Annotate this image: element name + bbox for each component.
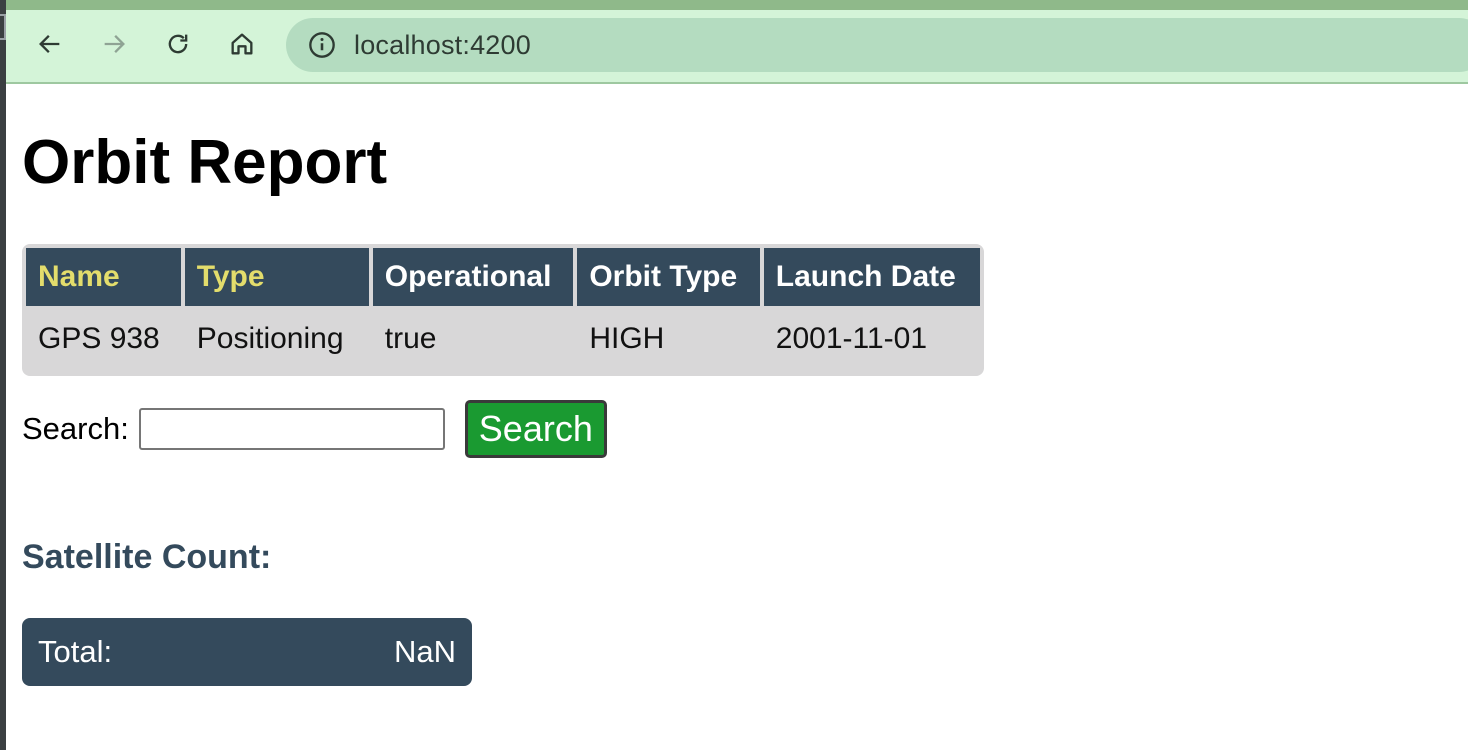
cell-operational: true bbox=[384, 322, 437, 355]
address-bar[interactable]: localhost:4200 bbox=[286, 18, 1468, 72]
browser-toolbar: localhost:4200 bbox=[6, 10, 1468, 84]
cell-name: GPS 938 bbox=[38, 322, 160, 355]
window-edge bbox=[0, 0, 6, 750]
search-button[interactable]: Search bbox=[464, 400, 607, 458]
column-header-launch-date: Launch Date bbox=[763, 248, 980, 306]
total-value: NaN bbox=[393, 634, 456, 669]
cell-orbit-type: HIGH bbox=[589, 322, 665, 355]
satellite-count-heading: Satellite Count: bbox=[22, 538, 272, 576]
info-icon[interactable] bbox=[308, 31, 336, 59]
orbit-table-container: Name Type Operational Orbit Type Launch … bbox=[22, 244, 984, 376]
column-header-name[interactable]: Name bbox=[26, 248, 181, 306]
column-header-orbit-type: Orbit Type bbox=[577, 248, 760, 306]
cell-type: Positioning bbox=[196, 322, 344, 355]
table-row: GPS 938 Positioning true HIGH 2001-11-01 bbox=[26, 310, 980, 368]
search-row: Search: Search bbox=[22, 400, 607, 458]
column-header-type[interactable]: Type bbox=[184, 248, 369, 306]
cell-launch-date: 2001-11-01 bbox=[775, 322, 928, 355]
forward-button[interactable] bbox=[98, 28, 130, 60]
reload-button[interactable] bbox=[162, 28, 194, 60]
home-button[interactable] bbox=[226, 28, 258, 60]
search-label: Search: bbox=[22, 411, 129, 446]
back-arrow-icon bbox=[39, 35, 60, 53]
back-button[interactable] bbox=[34, 28, 66, 60]
total-label: Total: bbox=[38, 634, 113, 669]
home-icon bbox=[231, 33, 253, 55]
reload-icon bbox=[168, 34, 188, 54]
orbit-table: Name Type Operational Orbit Type Launch … bbox=[22, 244, 984, 372]
table-header-row: Name Type Operational Orbit Type Launch … bbox=[26, 248, 980, 306]
search-input[interactable] bbox=[138, 408, 445, 450]
page-title: Orbit Report bbox=[22, 128, 388, 197]
forward-arrow-icon bbox=[104, 35, 125, 53]
total-count-box: Total: NaN bbox=[22, 618, 472, 686]
tab-strip bbox=[6, 0, 1468, 10]
url-text[interactable]: localhost:4200 bbox=[354, 31, 531, 59]
column-header-operational: Operational bbox=[372, 248, 574, 306]
